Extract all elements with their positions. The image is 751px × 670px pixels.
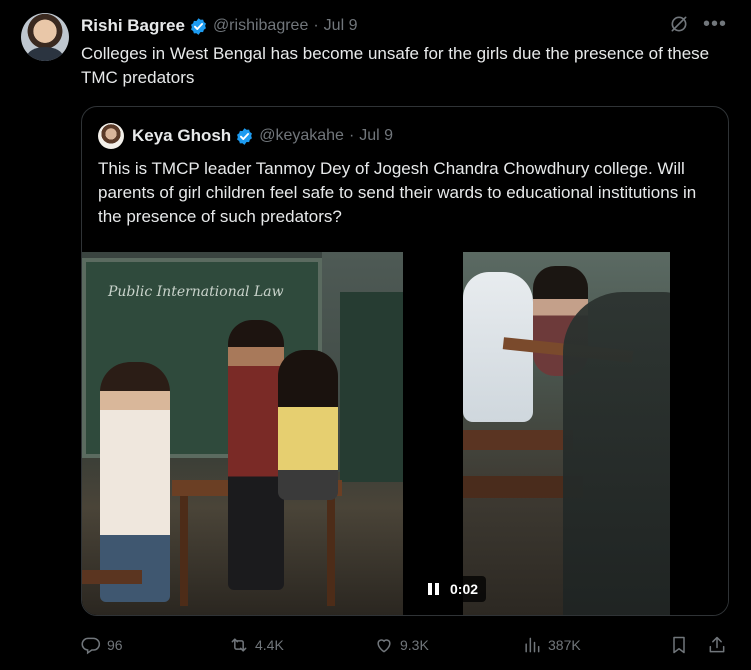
retweet-icon (231, 638, 247, 652)
quoted-author-handle: @keyakahe (259, 127, 344, 144)
quoted-author-name: Keya Ghosh (132, 126, 232, 145)
tweet-actions: 96 4.4K 9.3K 387K (81, 632, 727, 658)
verified-badge-icon (237, 127, 253, 145)
tweet-text: Colleges in West Bengal has become unsaf… (81, 44, 710, 87)
quoted-tweet-header: Keya Ghosh @keyakahe · Jul 9 (98, 123, 394, 149)
heart-icon (377, 639, 391, 653)
retweet-count: 4.4K (255, 637, 284, 653)
tweet-header: Rishi Bagree @rishibagree · Jul 9 (81, 14, 357, 38)
video-controls[interactable]: 0:02 (420, 576, 487, 602)
top-actions: ••• (669, 14, 727, 34)
like-button[interactable]: 9.3K (374, 635, 429, 655)
author-avatar[interactable] (21, 13, 69, 61)
quoted-tweet[interactable]: Keya Ghosh @keyakahe · Jul 9 This is TMC… (81, 106, 729, 616)
quoted-tweet-text: This is TMCP leader Tanmoy Dey of Jogesh… (98, 159, 697, 226)
views-icon (525, 637, 540, 653)
video-duration: 0:02 (450, 581, 479, 597)
retweet-button[interactable]: 4.4K (229, 635, 284, 655)
quoted-author-avatar (98, 123, 124, 149)
author-handle[interactable]: @rishibagree (213, 17, 308, 35)
chalkboard-text: Public International Law (108, 284, 284, 300)
verified-badge-icon (190, 17, 206, 35)
views-button[interactable]: 387K (522, 635, 581, 655)
like-count: 9.3K (400, 637, 429, 653)
quoted-tweet-date: Jul 9 (359, 127, 394, 144)
separator-dot: · (313, 17, 319, 34)
reply-count: 96 (107, 637, 123, 653)
separator-dot: · (348, 127, 355, 144)
reply-button[interactable]: 96 (81, 635, 123, 655)
classroom-image-right (463, 252, 670, 615)
grok-icon[interactable] (669, 14, 689, 34)
classroom-image-left: Public International Law (82, 252, 403, 615)
author-name[interactable]: Rishi Bagree (81, 16, 185, 36)
views-count: 387K (548, 637, 581, 653)
share-button[interactable] (707, 635, 727, 655)
tweet-date[interactable]: Jul 9 (324, 17, 358, 35)
pause-icon[interactable] (428, 583, 440, 595)
share-icon (709, 636, 725, 653)
bookmark-icon (673, 636, 685, 654)
reply-icon (81, 637, 101, 655)
bookmark-button[interactable] (669, 635, 689, 655)
quoted-tweet-video[interactable]: Public International Law 0:02 (82, 252, 728, 615)
more-icon[interactable]: ••• (703, 14, 727, 34)
